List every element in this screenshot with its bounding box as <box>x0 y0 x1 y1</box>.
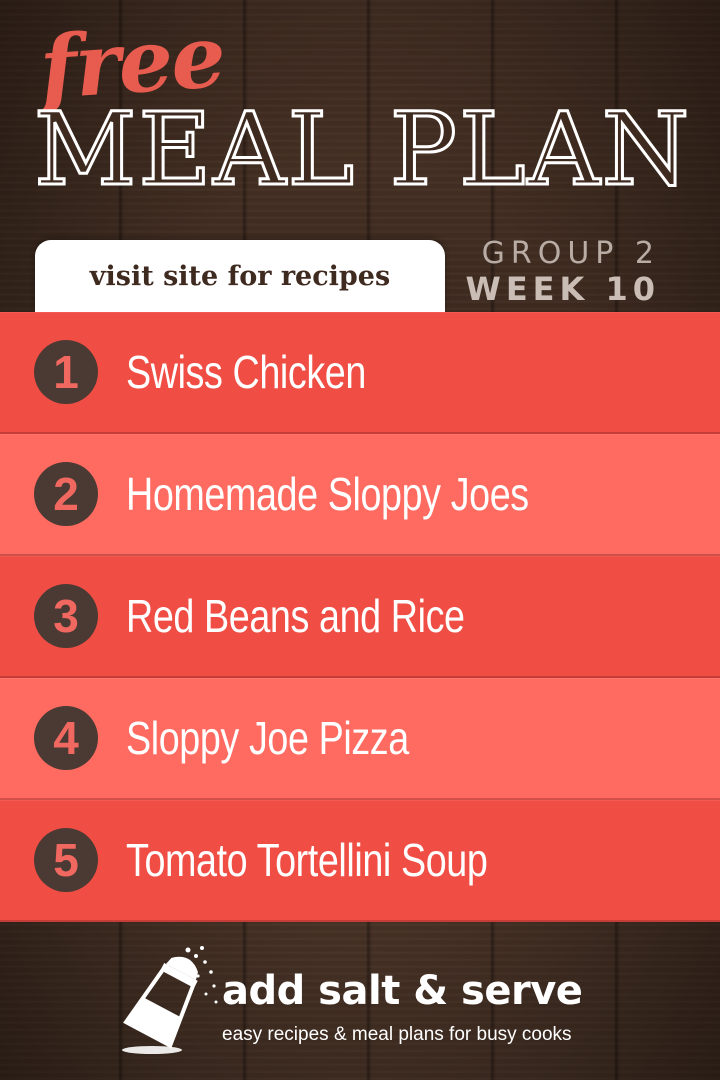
brand-name: add salt & serve <box>222 968 583 1014</box>
page-title: MEAL PLAN <box>32 91 692 208</box>
meal-name: Sloppy Joe Pizza <box>126 712 409 764</box>
group-label: GROUP 2 <box>481 236 660 271</box>
number-badge: 4 <box>34 706 98 770</box>
meal-name: Swiss Chicken <box>126 346 366 398</box>
meal-row-4[interactable]: 4 Sloppy Joe Pizza <box>0 678 720 800</box>
number-badge: 2 <box>34 462 98 526</box>
meal-list: 1 Swiss Chicken 2 Homemade Sloppy Joes 3… <box>0 312 720 922</box>
meal-row-5[interactable]: 5 Tomato Tortellini Soup <box>0 800 720 922</box>
meal-row-1[interactable]: 1 Swiss Chicken <box>0 312 720 434</box>
number-badge: 5 <box>34 828 98 892</box>
week-label: WEEK 10 <box>465 270 660 308</box>
meal-name: Tomato Tortellini Soup <box>126 834 488 886</box>
brand-tagline: easy recipes & meal plans for busy cooks <box>222 1024 572 1045</box>
meal-row-3[interactable]: 3 Red Beans and Rice <box>0 556 720 678</box>
meal-name: Homemade Sloppy Joes <box>126 468 529 520</box>
visit-site-tab[interactable]: visit site for recipes <box>35 240 445 312</box>
meal-name: Red Beans and Rice <box>126 590 465 642</box>
meal-row-2[interactable]: 2 Homemade Sloppy Joes <box>0 434 720 556</box>
number-badge: 3 <box>34 584 98 648</box>
salt-shaker-icon <box>122 946 218 1054</box>
number-badge: 1 <box>34 340 98 404</box>
brand-logo[interactable]: add salt & serve easy recipes & meal pla… <box>110 942 630 1062</box>
